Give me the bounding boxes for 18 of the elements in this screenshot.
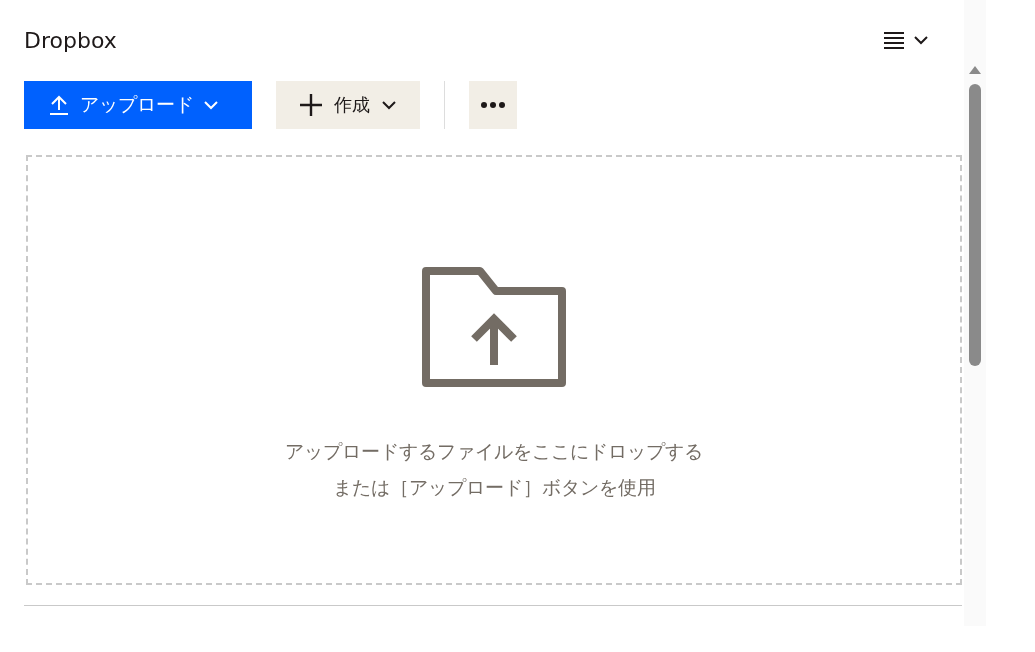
chevron-down-icon	[382, 100, 396, 110]
drop-hint-text: アップロードするファイルをここにドロップする	[285, 439, 703, 464]
scrollbar-thumb[interactable]	[969, 84, 981, 366]
upload-button[interactable]: アップロード	[24, 81, 252, 129]
page-title: Dropbox	[24, 27, 117, 53]
more-options-button[interactable]	[469, 81, 517, 129]
chevron-down-icon	[204, 100, 218, 110]
create-button[interactable]: 作成	[276, 81, 420, 129]
chevron-down-icon	[914, 35, 928, 45]
list-view-icon	[884, 31, 904, 49]
view-options-button[interactable]	[884, 31, 928, 49]
drop-zone[interactable]: アップロードするファイルをここにドロップする または［アップロード］ボタンを使用	[26, 155, 962, 585]
drop-hint-text: または［アップロード］ボタンを使用	[331, 475, 657, 500]
scrollbar[interactable]	[964, 0, 986, 626]
scroll-up-icon	[969, 66, 981, 74]
plus-icon	[300, 94, 322, 116]
more-icon	[481, 102, 505, 108]
upload-icon	[48, 94, 70, 116]
